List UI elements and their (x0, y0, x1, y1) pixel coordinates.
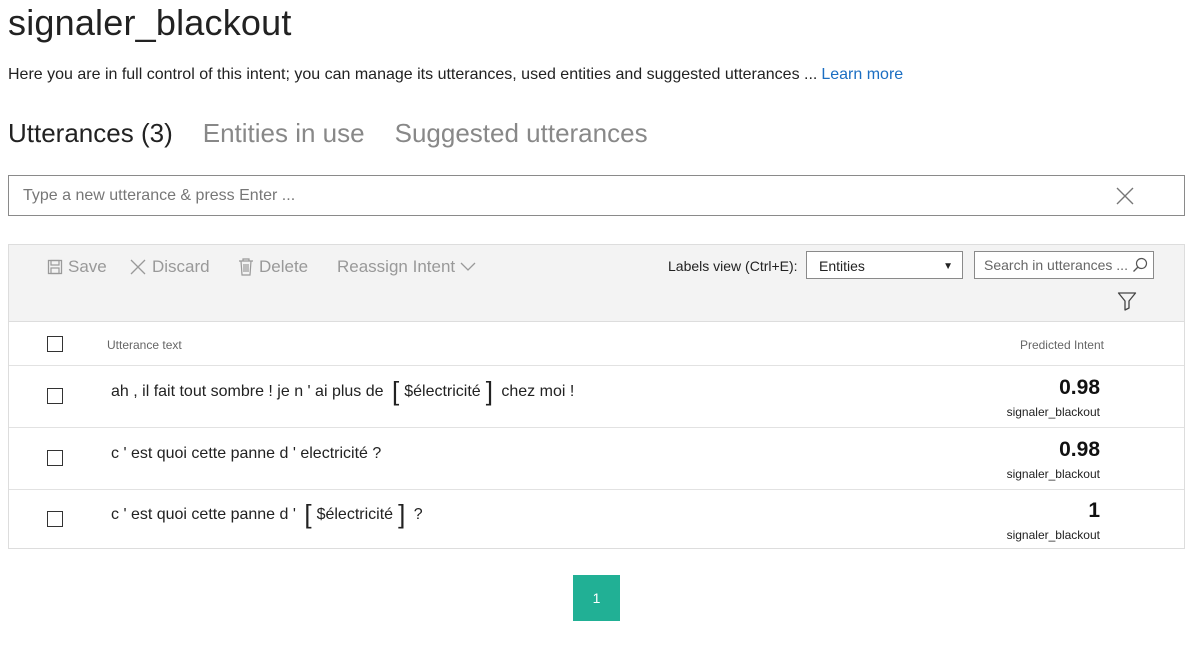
utterance-text-before: c ' est quoi cette panne d ' (111, 506, 301, 523)
search-box (974, 251, 1154, 279)
save-button[interactable]: Save (47, 257, 107, 277)
table-row[interactable]: ah , il fait tout sombre ! je n ' ai plu… (9, 366, 1184, 428)
close-icon[interactable] (1116, 187, 1134, 205)
filter-icon[interactable] (1117, 291, 1137, 316)
table-row[interactable]: c ' est quoi cette panne d ' electricité… (9, 428, 1184, 490)
column-header-utterance: Utterance text (107, 338, 182, 352)
tab-utterances[interactable]: Utterances (3) (8, 118, 173, 149)
entity-label[interactable]: [$électricité] (391, 375, 493, 406)
bracket-close: ] (485, 375, 493, 406)
labels-view-label: Labels view (Ctrl+E): (668, 258, 798, 274)
tab-entities-in-use[interactable]: Entities in use (203, 118, 365, 149)
prediction-score: 0.98 (1059, 376, 1100, 399)
tab-suggested-utterances[interactable]: Suggested utterances (395, 118, 648, 149)
dropdown-arrow-icon: ▼ (943, 261, 953, 272)
select-all-checkbox[interactable] (47, 336, 63, 352)
column-header-intent: Predicted Intent (1019, 338, 1104, 352)
entity-name: $électricité (404, 383, 481, 400)
reassign-label: Reassign Intent (337, 257, 456, 276)
entity-label[interactable]: [$électricité] (304, 498, 406, 529)
utterance-text: ah , il fait tout sombre ! je n ' ai plu… (111, 375, 575, 406)
utterance-text: c ' est quoi cette panne d ' [$électrici… (111, 498, 423, 529)
prediction-score: 1 (1088, 499, 1100, 522)
search-icon[interactable] (1132, 257, 1148, 278)
page-title: signaler_blackout (8, 2, 292, 43)
discard-button[interactable]: Discard (129, 257, 210, 277)
discard-icon (129, 258, 147, 276)
labels-view-value: Entities (819, 258, 865, 274)
utterance-text: c ' est quoi cette panne d ' electricité… (111, 445, 381, 463)
utterances-grid: Save Discard Delete Reassign Intent Labe… (8, 244, 1185, 549)
bracket-open: [ (391, 375, 400, 406)
utterance-text-before: c ' est quoi cette panne d ' electricité… (111, 445, 382, 462)
description-text: Here you are in full control of this int… (8, 66, 818, 83)
discard-label: Discard (152, 257, 210, 276)
labels-view-select[interactable]: Entities ▼ (806, 251, 963, 279)
new-utterance-input[interactable] (9, 176, 1117, 215)
grid-header-row: Utterance text Predicted Intent (9, 322, 1184, 366)
page-button-current[interactable]: 1 (573, 575, 620, 621)
save-label: Save (68, 257, 107, 276)
utterance-text-after: ? (409, 506, 423, 523)
table-row[interactable]: c ' est quoi cette panne d ' [$électrici… (9, 489, 1184, 548)
utterance-text-before: ah , il fait tout sombre ! je n ' ai plu… (111, 383, 388, 400)
search-input[interactable] (975, 252, 1143, 278)
chevron-down-icon (460, 262, 476, 272)
new-utterance-box (8, 175, 1185, 216)
utterance-text-after: chez moi ! (496, 383, 575, 400)
save-icon (47, 259, 63, 275)
predicted-intent: signaler_blackout (1006, 467, 1100, 481)
trash-icon (238, 258, 254, 276)
row-checkbox[interactable] (47, 450, 63, 466)
entity-name: $électricité (316, 506, 394, 523)
reassign-intent-button[interactable]: Reassign Intent (337, 257, 476, 277)
grid-toolbar: Save Discard Delete Reassign Intent Labe… (9, 245, 1184, 322)
delete-label: Delete (259, 257, 309, 276)
predicted-intent: signaler_blackout (1006, 528, 1100, 542)
row-checkbox[interactable] (47, 511, 63, 527)
bracket-close: ] (398, 498, 406, 529)
bracket-open: [ (304, 498, 312, 529)
row-checkbox[interactable] (47, 388, 63, 404)
delete-button[interactable]: Delete (238, 257, 308, 277)
learn-more-link[interactable]: Learn more (821, 66, 903, 83)
intent-tabs: Utterances (3) Entities in use Suggested… (8, 118, 648, 149)
prediction-score: 0.98 (1059, 438, 1100, 461)
intent-description: Here you are in full control of this int… (8, 66, 903, 84)
predicted-intent: signaler_blackout (1006, 405, 1100, 419)
